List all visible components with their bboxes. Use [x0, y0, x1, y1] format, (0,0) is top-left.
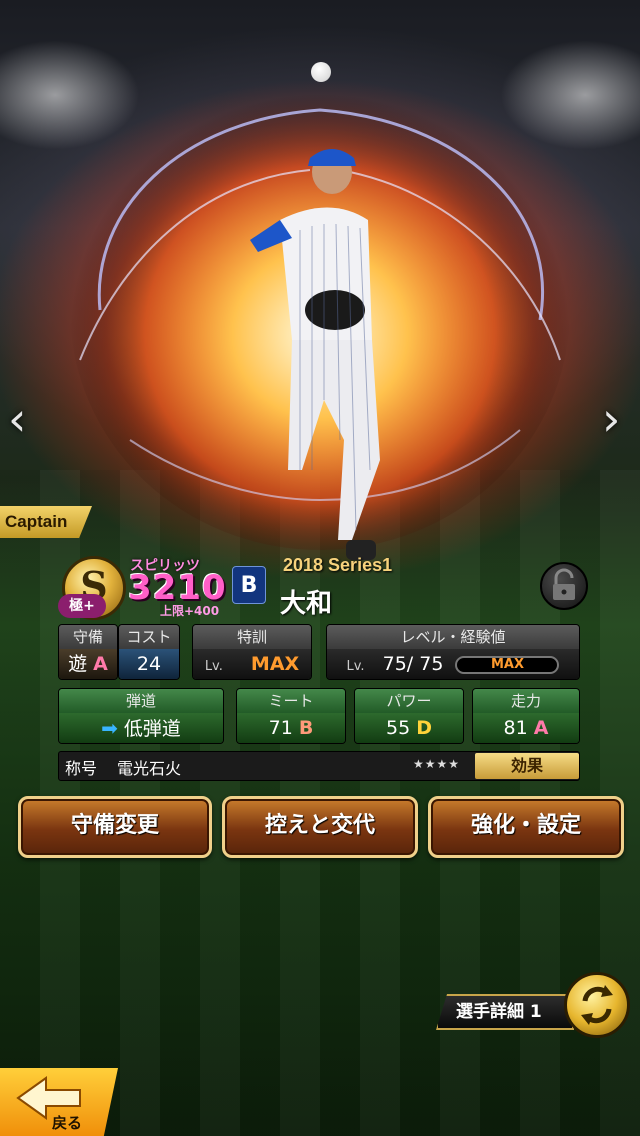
player-detail-tab[interactable]: 選手詳細 1	[436, 994, 574, 1030]
switch-detail-button[interactable]	[564, 972, 630, 1038]
level-sep: /	[406, 653, 414, 675]
captain-tag: Captain	[0, 506, 92, 538]
back-label: 戻る	[52, 1114, 83, 1132]
baseball-icon	[311, 62, 331, 82]
exp-bar: MAX	[455, 655, 560, 674]
series-label: 2018 Series1	[283, 555, 393, 575]
speed-body: 81 A	[473, 713, 579, 743]
team-logo-icon: B	[232, 566, 266, 604]
title-stars: ★★★★	[413, 757, 461, 771]
meet-body: 71 B	[237, 713, 345, 743]
speed-value: 81	[503, 717, 528, 739]
meet-grade: B	[298, 717, 314, 739]
position-value: 遊	[68, 653, 88, 675]
power-cell: パワー 55 D	[354, 688, 464, 744]
position-change-button[interactable]: 守備変更	[18, 796, 212, 858]
level-max: 75	[419, 653, 444, 675]
meet-header: ミート	[237, 689, 345, 713]
position-header: 守備	[59, 625, 117, 649]
trajectory-value: 低弾道	[123, 718, 181, 740]
right-arrow-icon: ➡	[101, 716, 118, 740]
speed-grade: A	[533, 717, 549, 739]
lock-button[interactable]	[540, 562, 588, 610]
player-name: 大和	[280, 589, 333, 619]
kiwami-badge: 極+	[58, 594, 106, 618]
power-body: 55 D	[355, 713, 463, 743]
position-cell: 守備 遊 A	[58, 624, 118, 680]
power-value: 55	[385, 717, 411, 739]
enhance-settings-button[interactable]: 強化・設定	[428, 796, 624, 858]
cost-header: コスト	[119, 625, 179, 649]
level-body: Lv. 75/ 75 MAX	[327, 649, 579, 679]
level-cell: レベル・経験値 Lv. 75/ 75 MAX	[326, 624, 580, 680]
substitute-button[interactable]: 控えと交代	[222, 796, 418, 858]
meet-cell: ミート 71 B	[236, 688, 346, 744]
effect-button[interactable]: 効果	[475, 753, 579, 779]
meet-value: 71	[268, 717, 293, 739]
power-header: パワー	[355, 689, 463, 713]
refresh-icon	[581, 985, 613, 1025]
level-lv-label: Lv.	[346, 659, 365, 674]
speed-cell: 走力 81 A	[472, 688, 580, 744]
cost-value: 24	[119, 649, 179, 679]
training-body: Lv. MAX	[193, 649, 311, 679]
title-row: 称号 電光石火 ★★★★ 効果	[58, 751, 580, 781]
trajectory-cell: 弾道 ➡ 低弾道	[58, 688, 224, 744]
position-grade: A	[93, 653, 108, 675]
title-label: 称号	[65, 759, 98, 778]
next-player-arrow[interactable]: ›	[602, 392, 620, 446]
trajectory-header: 弾道	[59, 689, 223, 713]
lock-icon	[553, 568, 575, 600]
power-grade: D	[416, 717, 432, 739]
prev-player-arrow[interactable]: ‹	[8, 392, 26, 446]
speed-header: 走力	[473, 689, 579, 713]
level-current: 75	[382, 653, 407, 675]
training-value: MAX	[250, 653, 300, 675]
level-header: レベル・経験値	[327, 625, 579, 649]
spirits-cap: 上限+400	[160, 604, 220, 618]
training-header: 特訓	[193, 625, 311, 649]
trajectory-body: ➡ 低弾道	[59, 713, 223, 743]
training-cell: 特訓 Lv. MAX	[192, 624, 312, 680]
cost-cell: コスト 24	[118, 624, 180, 680]
position-body: 遊 A	[59, 649, 117, 679]
training-lv-label: Lv.	[204, 659, 223, 674]
player-figure	[250, 149, 380, 560]
title-value: 電光石火	[117, 759, 182, 778]
